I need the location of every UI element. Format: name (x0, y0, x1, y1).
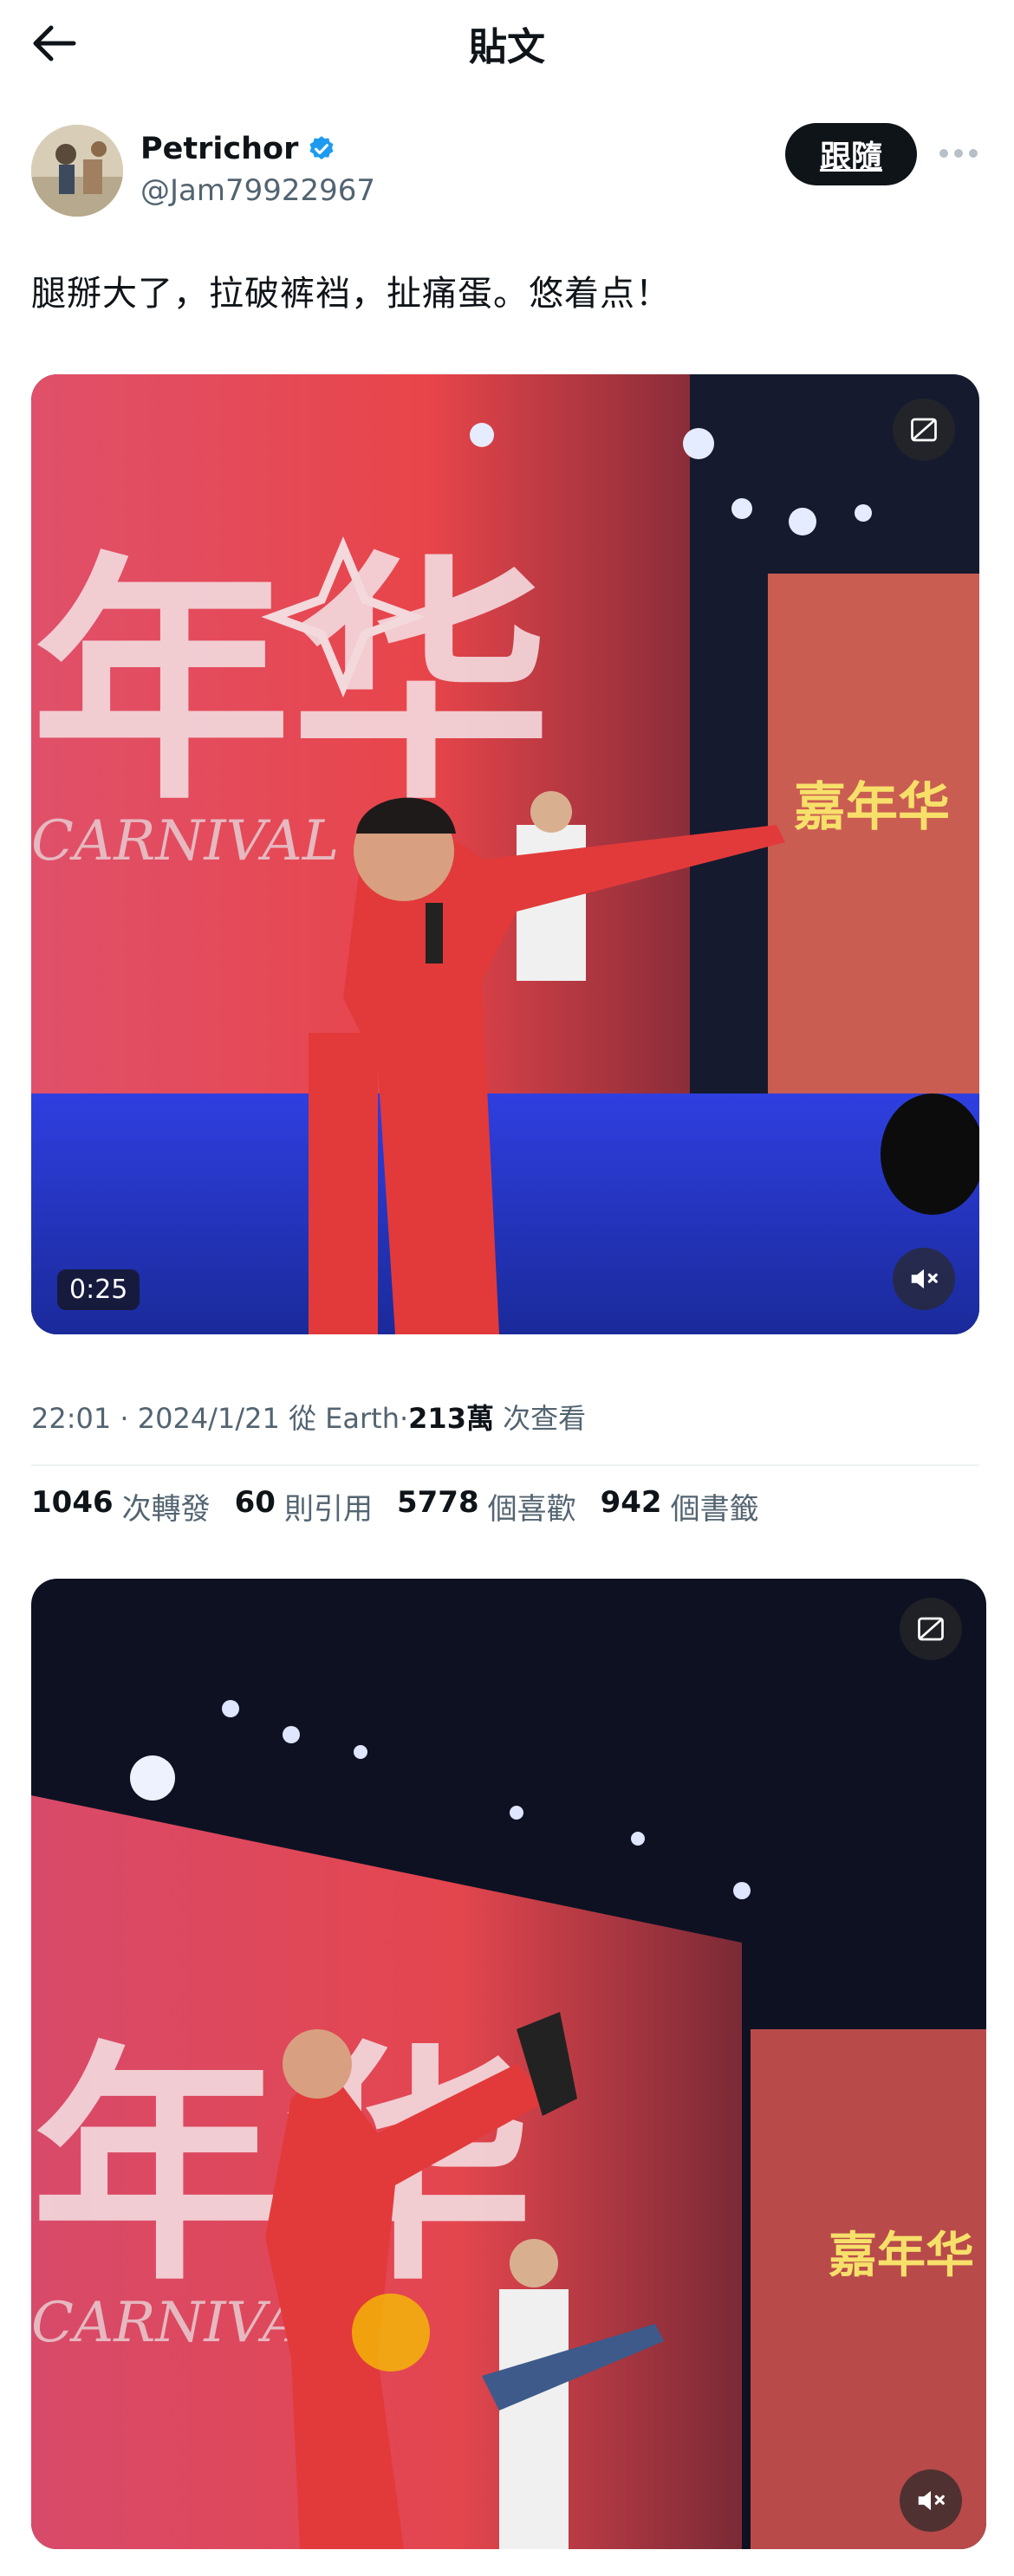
retweets-stat[interactable]: 1046 次轉發 (31, 1485, 211, 1528)
avatar[interactable] (31, 125, 123, 217)
mute-icon (911, 1269, 938, 1289)
svg-text:嘉年华: 嘉年华 (829, 2228, 974, 2284)
quotes-stat[interactable]: 60 則引用 (235, 1485, 373, 1528)
views-label: 次查看 (503, 1402, 587, 1435)
svg-text:嘉年华: 嘉年华 (794, 777, 950, 838)
tweet-text: 腿掰大了，拉破裤裆，扯痛蛋。悠着点！ (31, 274, 671, 314)
more-dots-icon (939, 149, 978, 158)
sensitive-media-icon (918, 1617, 944, 1641)
bookmarks-stat[interactable]: 942 個書籤 (601, 1485, 759, 1528)
page-title: 貼文 (469, 25, 545, 69)
tweet-meta: 22:01 · 2024/1/21 從 Earth·213萬 次查看 (31, 1402, 587, 1435)
svg-text:年华: 年华 (31, 532, 551, 834)
top-bar: 貼文 (0, 0, 1014, 87)
likes-stat[interactable]: 5778 個喜歡 (397, 1485, 576, 1528)
video-frame-stage: 年华 CARNIVAL 嘉年华 (31, 1579, 986, 2549)
views-count: 213萬 (408, 1402, 494, 1435)
mute-icon (918, 2490, 945, 2511)
follow-button[interactable]: 跟隨 (785, 123, 917, 185)
video-duration: 0:25 (57, 1269, 140, 1310)
verified-badge-icon (309, 136, 334, 160)
sensitive-media-icon (911, 418, 937, 442)
author-row: Petrichor @Jam79922967 跟隨 (31, 123, 985, 227)
svg-text:CARNIVAL: CARNIVAL (31, 809, 339, 873)
video-player[interactable]: 年华 CARNIVAL 嘉年华 0:25 (31, 374, 979, 1334)
sensitive-media-button[interactable] (893, 399, 955, 461)
more-options-button[interactable] (933, 132, 985, 175)
video-frame-stage: 年华 CARNIVAL 嘉年华 (31, 374, 979, 1334)
tweet-source: Earth (325, 1402, 400, 1435)
author-name[interactable]: Petrichor (140, 132, 298, 166)
mute-button[interactable] (893, 1248, 955, 1310)
video-player-2[interactable]: 年华 CARNIVAL 嘉年华 (31, 1579, 986, 2549)
sensitive-media-button[interactable] (900, 1598, 962, 1660)
divider (31, 1464, 979, 1466)
mute-button[interactable] (900, 2469, 962, 2532)
author-handle[interactable]: @Jam79922967 (140, 173, 375, 208)
tweet-date[interactable]: 2024/1/21 (138, 1402, 280, 1435)
tweet-time[interactable]: 22:01 (31, 1402, 111, 1435)
engagement-stats: 1046 次轉發 60 則引用 5778 個喜歡 942 個書籤 (31, 1471, 759, 1541)
